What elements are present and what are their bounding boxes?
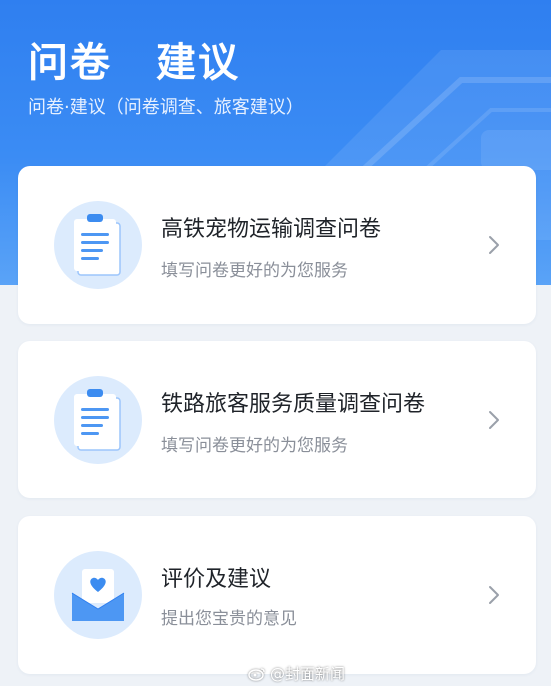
watermark: @封面新闻 xyxy=(248,663,345,684)
chevron-right-icon xyxy=(489,410,499,429)
card-title: 铁路旅客服务质量调查问卷 xyxy=(161,392,426,417)
card-title: 评价及建议 xyxy=(161,567,272,592)
card-service-quality-survey[interactable]: 铁路旅客服务质量调查问卷 填写问卷更好的为您服务 xyxy=(18,341,536,498)
questionnaire-clipboard-icon xyxy=(54,201,142,289)
page-subtitle: 问卷·建议（问卷调查、旅客建议） xyxy=(28,97,304,118)
chevron-right-icon xyxy=(489,236,499,254)
weibo-icon xyxy=(248,667,265,681)
title-part-questionnaire: 问卷 xyxy=(28,40,112,86)
card-subtitle: 填写问卷更好的为您服务 xyxy=(161,436,348,456)
title-part-suggestion: 建议 xyxy=(156,40,240,86)
card-pet-transport-survey[interactable]: 高铁宠物运输调查问卷 填写问卷更好的为您服务 xyxy=(18,166,536,324)
page-title: 问卷 建议 xyxy=(28,30,240,88)
chevron-right-icon xyxy=(489,586,499,604)
heart-envelope-icon xyxy=(54,551,142,639)
card-subtitle: 填写问卷更好的为您服务 xyxy=(161,261,348,281)
card-subtitle: 提出您宝贵的意见 xyxy=(161,609,297,629)
card-title: 高铁宠物运输调查问卷 xyxy=(161,217,382,242)
card-feedback-suggestion[interactable]: 评价及建议 提出您宝贵的意见 xyxy=(18,516,536,674)
watermark-text: @封面新闻 xyxy=(270,665,346,683)
questionnaire-clipboard-icon xyxy=(54,375,142,464)
